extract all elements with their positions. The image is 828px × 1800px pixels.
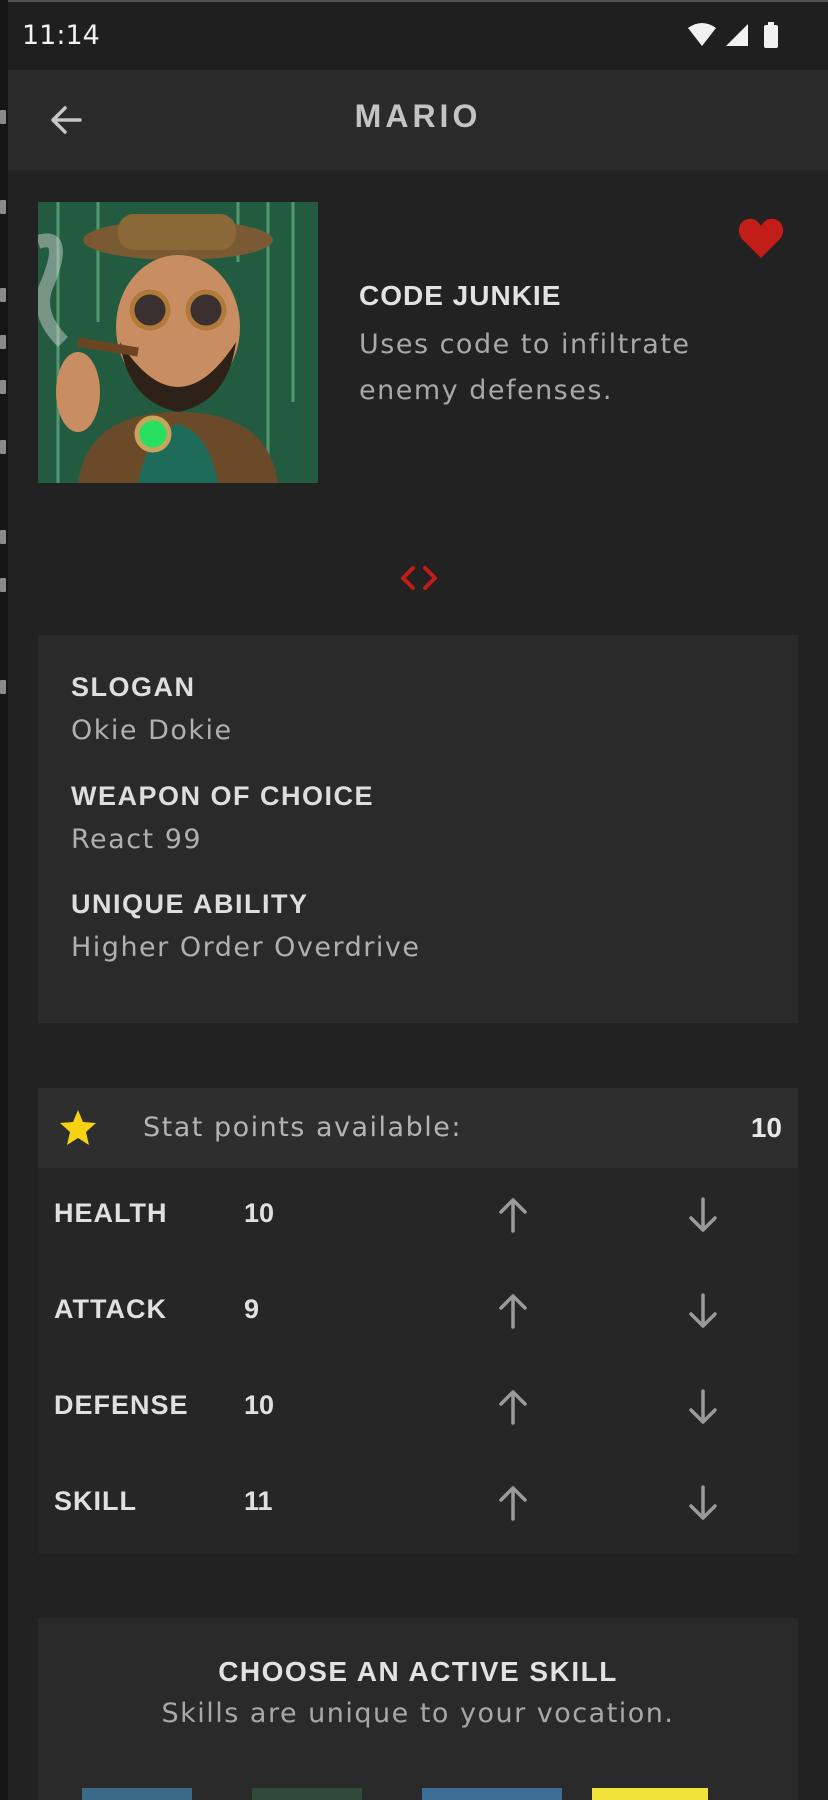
status-icons <box>688 22 798 50</box>
cellular-signal-icon <box>726 24 748 46</box>
arrow-up-icon <box>499 1390 527 1425</box>
background-app-edge <box>0 0 8 1800</box>
status-time: 11:14 <box>22 20 100 51</box>
status-bar: 11:14 <box>8 0 828 72</box>
favorite-button[interactable] <box>736 214 786 264</box>
arrow-down-icon <box>689 1197 717 1232</box>
decrease-attack-button[interactable] <box>678 1286 728 1336</box>
stat-row-defense: DEFENSE 10 <box>38 1360 798 1456</box>
stat-value: 10 <box>244 1390 275 1420</box>
ability-value: Higher Order Overdrive <box>71 932 421 963</box>
arrow-up-icon <box>499 1294 527 1329</box>
character-info-card: SLOGAN Okie Dokie WEAPON OF CHOICE React… <box>38 635 798 1023</box>
stat-points-header: Stat points available: 10 <box>38 1088 798 1168</box>
slogan-value: Okie Dokie <box>71 715 233 746</box>
stats-card: Stat points available: 10 HEALTH 10 ATTA… <box>38 1088 798 1554</box>
vocation-icon <box>396 560 442 596</box>
active-skill-card: CHOOSE AN ACTIVE SKILL Skills are unique… <box>38 1618 798 1800</box>
stat-row-skill: SKILL 11 <box>38 1456 798 1552</box>
skill-section-title: CHOOSE AN ACTIVE SKILL <box>218 1656 618 1687</box>
heart-icon <box>738 218 784 258</box>
arrow-down-icon <box>689 1389 717 1424</box>
page-title: MARIO <box>354 98 482 134</box>
decrease-health-button[interactable] <box>678 1190 728 1240</box>
stat-name: HEALTH <box>54 1198 168 1228</box>
skill-option-selected[interactable] <box>592 1788 708 1800</box>
stat-name: DEFENSE <box>54 1390 189 1420</box>
skill-option[interactable] <box>82 1788 192 1800</box>
slogan-label: SLOGAN <box>71 672 196 702</box>
increase-skill-button[interactable] <box>488 1478 538 1528</box>
character-detail-screen: 11:14 MARIO CODE JUNKIE Uses code to inf… <box>8 0 828 1800</box>
arrow-up-icon <box>499 1486 527 1521</box>
skill-option[interactable] <box>422 1788 562 1800</box>
stat-row-attack: ATTACK 9 <box>38 1264 798 1360</box>
skill-option[interactable] <box>252 1788 362 1800</box>
stat-points-label: Stat points available: <box>143 1112 462 1143</box>
stat-row-health: HEALTH 10 <box>38 1168 798 1264</box>
stat-points-value: 10 <box>750 1112 782 1143</box>
arrow-down-icon <box>689 1293 717 1328</box>
wifi-icon <box>688 23 716 46</box>
vocation-name: CODE JUNKIE <box>359 280 562 311</box>
character-portrait <box>38 202 318 483</box>
stat-value: 10 <box>244 1198 275 1228</box>
arrow-up-icon <box>499 1198 527 1233</box>
stat-name: SKILL <box>54 1486 137 1516</box>
decrease-defense-button[interactable] <box>678 1382 728 1432</box>
arrow-down-icon <box>689 1485 717 1520</box>
stat-value: 11 <box>244 1486 273 1516</box>
skill-section-subtitle: Skills are unique to your vocation. <box>161 1698 675 1729</box>
stat-value: 9 <box>244 1294 260 1324</box>
increase-attack-button[interactable] <box>488 1286 538 1336</box>
code-brackets-icon <box>401 566 437 590</box>
vocation-description: Uses code to infiltrate enemy defenses. <box>359 329 691 406</box>
stat-name: ATTACK <box>54 1294 167 1324</box>
ability-label: UNIQUE ABILITY <box>71 889 309 919</box>
increase-health-button[interactable] <box>488 1190 538 1240</box>
decrease-skill-button[interactable] <box>678 1478 728 1528</box>
battery-icon <box>764 22 778 48</box>
weapon-value: React 99 <box>71 824 203 855</box>
increase-defense-button[interactable] <box>488 1382 538 1432</box>
app-bar: MARIO <box>8 70 828 170</box>
weapon-label: WEAPON OF CHOICE <box>71 781 375 811</box>
star-icon <box>58 1108 98 1148</box>
